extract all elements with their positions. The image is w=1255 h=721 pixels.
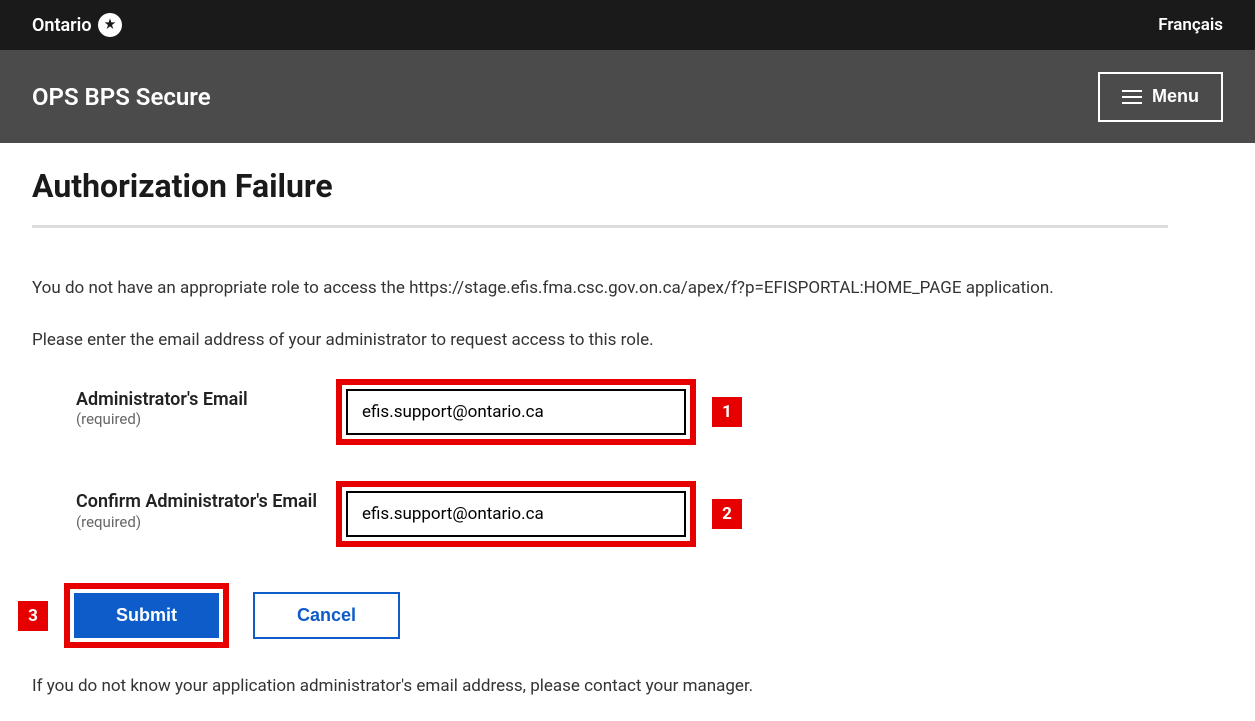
confirm-email-required: (required) (76, 513, 141, 531)
instruction-text: Please enter the email address of your a… (32, 328, 1168, 354)
menu-button-label: Menu (1152, 86, 1199, 107)
sub-bar: OPS BPS Secure Menu (0, 50, 1255, 143)
language-toggle[interactable]: Français (1158, 15, 1223, 35)
callout-badge-2: 2 (712, 499, 742, 529)
confirm-email-label-group: Confirm Administrator's Email (required) (76, 481, 336, 531)
ontario-logo[interactable]: Ontario (32, 13, 122, 37)
callout-badge-1: 1 (712, 397, 742, 427)
admin-email-input-wrap: 1 (336, 379, 696, 445)
confirm-email-row: Confirm Administrator's Email (required)… (76, 481, 1168, 547)
hamburger-icon (1122, 86, 1142, 108)
top-bar: Ontario Français (0, 0, 1255, 50)
callout-frame-3: Submit (64, 583, 229, 648)
submit-button[interactable]: Submit (74, 593, 219, 638)
admin-email-input[interactable] (346, 389, 686, 435)
page-title: Authorization Failure (32, 167, 1168, 205)
footer-help-text: If you do not know your application admi… (32, 676, 1168, 696)
confirm-email-input[interactable] (346, 491, 686, 537)
app-title: OPS BPS Secure (32, 83, 211, 111)
admin-email-label-group: Administrator's Email (required) (76, 379, 336, 428)
callout-frame-2 (336, 481, 696, 547)
menu-button[interactable]: Menu (1098, 72, 1223, 122)
callout-badge-3: 3 (18, 601, 48, 631)
error-message: You do not have an appropriate role to a… (32, 276, 1168, 302)
divider (32, 225, 1168, 228)
ontario-logo-text: Ontario (32, 15, 92, 36)
trillium-icon (98, 13, 122, 37)
confirm-email-label: Confirm Administrator's Email (76, 491, 317, 512)
admin-email-required: (required) (76, 410, 336, 428)
main-content: Authorization Failure You do not have an… (0, 143, 1200, 720)
button-row: 3 Submit Cancel (64, 583, 1168, 648)
callout-frame-1 (336, 379, 696, 445)
confirm-email-input-wrap: 2 (336, 481, 696, 547)
cancel-button[interactable]: Cancel (253, 592, 400, 639)
submit-wrap: 3 Submit (64, 583, 229, 648)
admin-email-row: Administrator's Email (required) 1 (76, 379, 1168, 445)
admin-email-label: Administrator's Email (76, 389, 336, 410)
